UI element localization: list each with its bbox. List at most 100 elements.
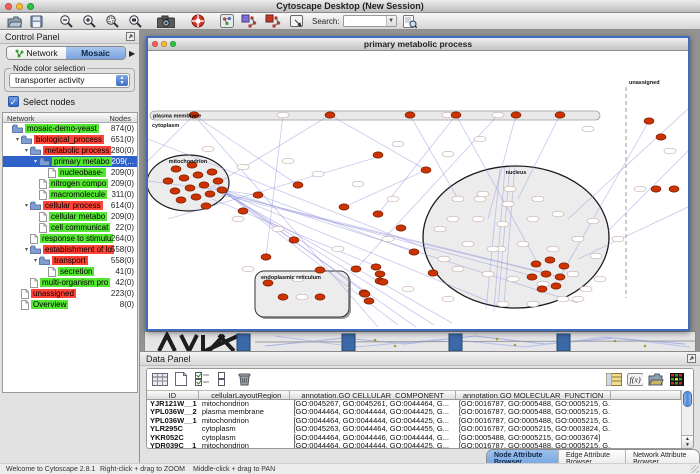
column-nodes[interactable]: Nodes bbox=[109, 114, 131, 123]
column-header-blank[interactable] bbox=[611, 391, 681, 399]
selected-node[interactable] bbox=[238, 208, 248, 214]
scrollbar-buttons[interactable]: ▲▼ bbox=[682, 435, 693, 448]
selected-node[interactable] bbox=[551, 283, 561, 289]
selected-node[interactable] bbox=[541, 271, 551, 277]
tree-row-primary-metabo[interactable]: ▾primary metabo209(... bbox=[3, 156, 137, 167]
search-go-icon[interactable] bbox=[403, 14, 417, 29]
tree-row-macromolecule[interactable]: macromolecule311(0) bbox=[3, 189, 137, 200]
tree-row-secretion[interactable]: secretion41(0) bbox=[3, 266, 137, 277]
selected-node[interactable] bbox=[537, 286, 547, 292]
layout-blue-icon[interactable] bbox=[241, 14, 257, 29]
tree-row-overview[interactable]: Overview8(0) bbox=[3, 299, 137, 310]
node[interactable] bbox=[442, 296, 454, 302]
select-attributes-icon[interactable] bbox=[151, 372, 169, 387]
selected-node[interactable] bbox=[351, 266, 361, 272]
node[interactable] bbox=[282, 158, 294, 164]
help-icon[interactable] bbox=[191, 14, 205, 29]
node[interactable] bbox=[507, 276, 519, 282]
new-attribute-icon[interactable] bbox=[172, 372, 190, 387]
expand-triangle-icon[interactable]: ▾ bbox=[23, 147, 30, 154]
selected-node[interactable] bbox=[405, 112, 415, 118]
edge[interactable] bbox=[330, 115, 426, 170]
node[interactable] bbox=[582, 126, 594, 132]
search-input[interactable]: ▼ bbox=[343, 15, 397, 27]
attribute-matrix-icon[interactable] bbox=[605, 372, 623, 387]
selected-node[interactable] bbox=[428, 270, 438, 276]
network-view-titlebar[interactable]: primary metabolic process bbox=[148, 38, 688, 51]
tab-overflow-icon[interactable]: ▶ bbox=[129, 49, 135, 58]
zoom-fit-icon[interactable] bbox=[128, 14, 142, 29]
tree-row-cellular-process[interactable]: ▾cellular process614(0) bbox=[3, 200, 137, 211]
node[interactable] bbox=[312, 171, 324, 177]
background-network-window[interactable] bbox=[144, 331, 696, 352]
tree-row-nucleobase-[interactable]: nucleobase-209(0) bbox=[3, 167, 137, 178]
selected-node[interactable] bbox=[373, 152, 383, 158]
node[interactable] bbox=[332, 246, 344, 252]
selected-node[interactable] bbox=[176, 197, 186, 203]
table-row-YPL036W__2[interactable]: YPL036W__2plasma membrane[GO:0044464, GO… bbox=[147, 408, 681, 416]
selected-node[interactable] bbox=[201, 203, 211, 209]
selected-node[interactable] bbox=[669, 186, 679, 192]
node[interactable] bbox=[532, 196, 544, 202]
selected-node[interactable] bbox=[325, 112, 335, 118]
tree-row-cellular-metabo[interactable]: cellular metabo209(0) bbox=[3, 211, 137, 222]
selected-node[interactable] bbox=[644, 118, 654, 124]
expand-triangle-icon[interactable]: ▾ bbox=[23, 246, 30, 253]
selected-node[interactable] bbox=[199, 182, 209, 188]
float-panel-icon[interactable] bbox=[126, 32, 135, 41]
column-header-ID[interactable]: ID bbox=[147, 391, 199, 399]
selected-node[interactable] bbox=[261, 254, 271, 260]
import-attributes-icon[interactable] bbox=[647, 372, 665, 387]
edge[interactable] bbox=[410, 115, 458, 199]
selected-node[interactable] bbox=[253, 192, 263, 198]
tree-row-nitrogen-compo[interactable]: nitrogen compo209(0) bbox=[3, 178, 137, 189]
selected-node[interactable] bbox=[278, 294, 288, 300]
node[interactable] bbox=[447, 216, 459, 222]
node[interactable] bbox=[237, 164, 249, 170]
node[interactable] bbox=[547, 246, 559, 252]
node[interactable] bbox=[434, 226, 446, 232]
node[interactable] bbox=[502, 201, 514, 207]
selected-node[interactable] bbox=[656, 134, 666, 140]
node[interactable] bbox=[504, 186, 516, 192]
plasma-membrane-region[interactable] bbox=[150, 111, 600, 120]
tree-row-multi-organism-pro[interactable]: multi-organism pro42(0) bbox=[3, 277, 137, 288]
node[interactable] bbox=[232, 216, 244, 222]
node[interactable] bbox=[482, 271, 494, 277]
selected-node[interactable] bbox=[375, 271, 385, 277]
node[interactable] bbox=[392, 141, 404, 147]
node-color-dropdown[interactable]: transporter activity ▲▼ bbox=[9, 73, 130, 88]
vizmapper-icon[interactable] bbox=[220, 14, 234, 29]
node[interactable] bbox=[277, 112, 289, 118]
resize-grip-icon[interactable] bbox=[691, 465, 699, 473]
table-row-YPL036W__1[interactable]: YPL036W__1mitochondrion[GO:0044464, GO:0… bbox=[147, 417, 681, 425]
selected-node[interactable] bbox=[364, 298, 374, 304]
node[interactable] bbox=[527, 301, 539, 307]
node[interactable] bbox=[634, 186, 646, 192]
selected-node[interactable] bbox=[193, 172, 203, 178]
save-icon[interactable] bbox=[30, 14, 43, 29]
node[interactable] bbox=[296, 294, 308, 300]
edge[interactable] bbox=[258, 195, 414, 252]
node[interactable] bbox=[462, 241, 474, 247]
selected-node[interactable] bbox=[293, 182, 303, 188]
tree-row-biological-process[interactable]: ▾biological_process651(0) bbox=[3, 134, 137, 145]
selected-node[interactable] bbox=[555, 112, 565, 118]
selected-node[interactable] bbox=[378, 279, 388, 285]
tree-row-transport[interactable]: ▾transport558(0) bbox=[3, 255, 137, 266]
selected-node[interactable] bbox=[217, 187, 227, 193]
tree-row-metabolic-process[interactable]: ▾metabolic process280(0) bbox=[3, 145, 137, 156]
snapshot-icon[interactable] bbox=[157, 14, 175, 29]
selected-node[interactable] bbox=[451, 112, 461, 118]
title-bar[interactable]: Cytoscape Desktop (New Session) bbox=[0, 0, 700, 13]
search-dropdown-icon[interactable]: ▼ bbox=[386, 16, 396, 26]
node[interactable] bbox=[594, 276, 606, 282]
expand-triangle-icon[interactable]: ▾ bbox=[23, 202, 30, 209]
attribute-unselect-icon[interactable] bbox=[214, 372, 232, 387]
selected-node[interactable] bbox=[185, 185, 195, 191]
selected-node[interactable] bbox=[409, 249, 419, 255]
selected-node[interactable] bbox=[191, 194, 201, 200]
expand-triangle-icon[interactable]: ▾ bbox=[32, 257, 39, 264]
tree-row-cell-communicat[interactable]: cell communicat22(0) bbox=[3, 222, 137, 233]
node[interactable] bbox=[202, 146, 214, 152]
